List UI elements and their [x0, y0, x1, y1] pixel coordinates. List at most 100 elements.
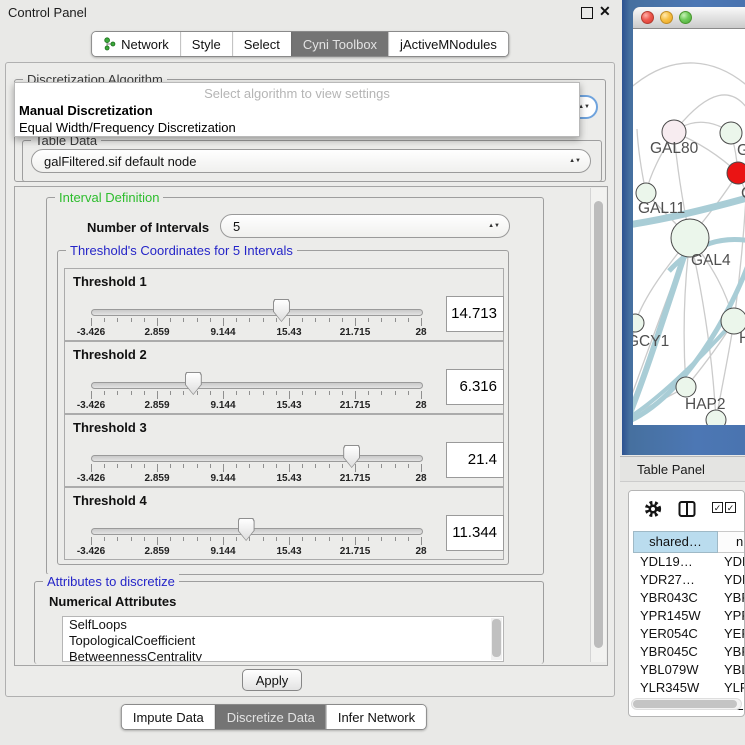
tick-mark	[421, 537, 422, 545]
tab-select[interactable]: Select	[232, 32, 291, 56]
slider-track[interactable]	[91, 455, 423, 462]
axis-tick-label: 28	[415, 400, 426, 411]
network-icon	[103, 37, 116, 51]
node-GA[interactable]	[720, 122, 742, 144]
tick-mark	[144, 537, 145, 541]
list-item-topologicalcoefficient[interactable]: TopologicalCoefficient	[63, 633, 503, 649]
number-of-intervals-combobox[interactable]: 5 ▲▼	[220, 214, 510, 238]
list-item-betweennesscentrality[interactable]: BetweennessCentrality	[63, 649, 503, 662]
slider-track[interactable]	[91, 382, 423, 389]
axis-tick-label: 15.43	[276, 546, 301, 557]
tick-mark	[249, 318, 250, 322]
tab-impute-data[interactable]: Impute Data	[122, 705, 215, 729]
tick-mark	[289, 391, 290, 399]
split-columns-icon[interactable]	[678, 500, 696, 523]
list-scrollbar-thumb[interactable]	[492, 619, 501, 657]
node-HAP2[interactable]	[676, 377, 696, 397]
network-window-titlebar[interactable]	[633, 7, 745, 29]
tick-mark	[408, 318, 409, 322]
tick-mark	[210, 537, 211, 541]
axis-tick-label: -3.426	[77, 546, 105, 557]
cell-shared-name: YDL19…	[633, 553, 718, 571]
cell-shared-name: YBL079W	[633, 661, 718, 679]
vertical-scrollbar[interactable]	[590, 188, 606, 662]
table-row[interactable]: YBR043CYBR0	[633, 589, 745, 607]
tab-network[interactable]: Network	[92, 32, 180, 56]
float-window-icon[interactable]	[581, 7, 593, 19]
list-scrollbar[interactable]	[491, 618, 502, 660]
edge	[633, 63, 745, 91]
cell-name: YBL0	[718, 661, 745, 679]
window-close-button[interactable]	[641, 11, 654, 24]
table-data-group: Table Data galFiltered.sif default node …	[22, 140, 602, 182]
threshold-value-input[interactable]: 21.4	[446, 442, 504, 478]
interval-definition-group-title: Interval Definition	[55, 190, 163, 205]
tick-mark	[210, 318, 211, 322]
slider-track[interactable]	[91, 309, 423, 316]
network-canvas[interactable]: GAL80GACGAL11GAL4GCY1HHAP2	[633, 29, 745, 425]
list-item-selfloops[interactable]: SelfLoops	[63, 617, 503, 633]
tick-mark	[91, 537, 92, 545]
numerical-attributes-list[interactable]: SelfLoopsTopologicalCoefficientBetweenne…	[62, 616, 504, 662]
threshold-value-input[interactable]: 11.344	[446, 515, 504, 551]
table-scrollbar-thumb[interactable]	[633, 700, 737, 708]
tick-mark	[91, 391, 92, 399]
table-horizontal-scrollbar[interactable]	[631, 698, 742, 710]
number-of-intervals-label: Number of Intervals	[87, 220, 209, 235]
axis-tick-label: 9.144	[210, 546, 235, 557]
tick-mark	[368, 537, 369, 541]
gear-icon[interactable]	[644, 500, 662, 523]
table-data-selected-value: galFiltered.sif default node	[44, 154, 569, 169]
threshold-value-input[interactable]: 14.713	[446, 296, 504, 332]
tab-style[interactable]: Style	[180, 32, 232, 56]
table-row[interactable]: YPR145WYPR1	[633, 607, 745, 625]
axis-tick-label: 2.859	[144, 546, 169, 557]
tab-infer-network[interactable]: Infer Network	[326, 705, 426, 729]
table-row[interactable]: YBR045CYBR0	[633, 643, 745, 661]
tab-jactivemnodules[interactable]: jActiveMNodules	[388, 32, 508, 56]
axis-tick-label: 28	[415, 546, 426, 557]
tick-mark	[197, 391, 198, 395]
cell-name: YDL1	[718, 553, 745, 571]
select-columns-icon[interactable]: ✓ ✓	[712, 502, 736, 513]
tick-mark	[236, 318, 237, 322]
node-label-gal11: GAL11	[638, 200, 685, 217]
tick-mark	[144, 391, 145, 395]
network-graph[interactable]: GAL80GACGAL11GAL4GCY1HHAP2	[633, 29, 745, 425]
apply-button[interactable]: Apply	[242, 669, 302, 691]
table-data-combobox[interactable]: galFiltered.sif default node ▲▼	[31, 149, 591, 173]
checkbox-icon: ✓	[712, 502, 723, 513]
table: shared… n YDL19…YDL1YDR27…YDR2YBR043CYBR…	[633, 531, 745, 715]
axis-tick-label: 21.715	[340, 400, 371, 411]
tick-mark	[408, 391, 409, 395]
node-GCY1[interactable]	[633, 314, 644, 332]
node-table: ✓ ✓ shared… n YDL19…YDL1YDR27…YDR2YBR043…	[628, 490, 745, 717]
node-red-node[interactable]	[727, 162, 745, 184]
tick-mark	[289, 537, 290, 545]
slider-track[interactable]	[91, 528, 423, 535]
table-row[interactable]: YLR345WYLR3	[633, 679, 745, 697]
table-row[interactable]: YDR27…YDR2	[633, 571, 745, 589]
table-row[interactable]: YER054CYER0	[633, 625, 745, 643]
close-icon[interactable]: ✕	[599, 3, 611, 20]
scrollbar-thumb[interactable]	[594, 201, 603, 648]
tick-mark	[117, 391, 118, 395]
cell-shared-name: YBR045C	[633, 643, 718, 661]
column-header-name[interactable]: n	[718, 531, 745, 553]
window-minimize-button[interactable]	[660, 11, 673, 24]
tick-mark	[170, 391, 171, 395]
axis-tick-label: 2.859	[144, 327, 169, 338]
tab-discretize-data[interactable]: Discretize Data	[215, 705, 326, 729]
algorithm-option-equal-width-frequency-discretization[interactable]: Equal Width/Frequency Discretization	[15, 119, 579, 136]
tick-mark	[263, 464, 264, 468]
table-row[interactable]: YBL079WYBL0	[633, 661, 745, 679]
cell-name: YDR2	[718, 571, 745, 589]
bottom-tab-bar: Impute DataDiscretize DataInfer Network	[121, 704, 427, 730]
window-zoom-button[interactable]	[679, 11, 692, 24]
table-row[interactable]: YDL19…YDL1	[633, 553, 745, 571]
threshold-value-input[interactable]: 6.316	[446, 369, 504, 405]
algorithm-option-manual-discretization[interactable]: Manual Discretization	[15, 102, 579, 119]
tab-cyni-toolbox[interactable]: Cyni Toolbox	[291, 32, 388, 56]
column-header-shared-name[interactable]: shared…	[633, 531, 718, 553]
numerical-attributes-label: Numerical Attributes	[49, 594, 176, 609]
